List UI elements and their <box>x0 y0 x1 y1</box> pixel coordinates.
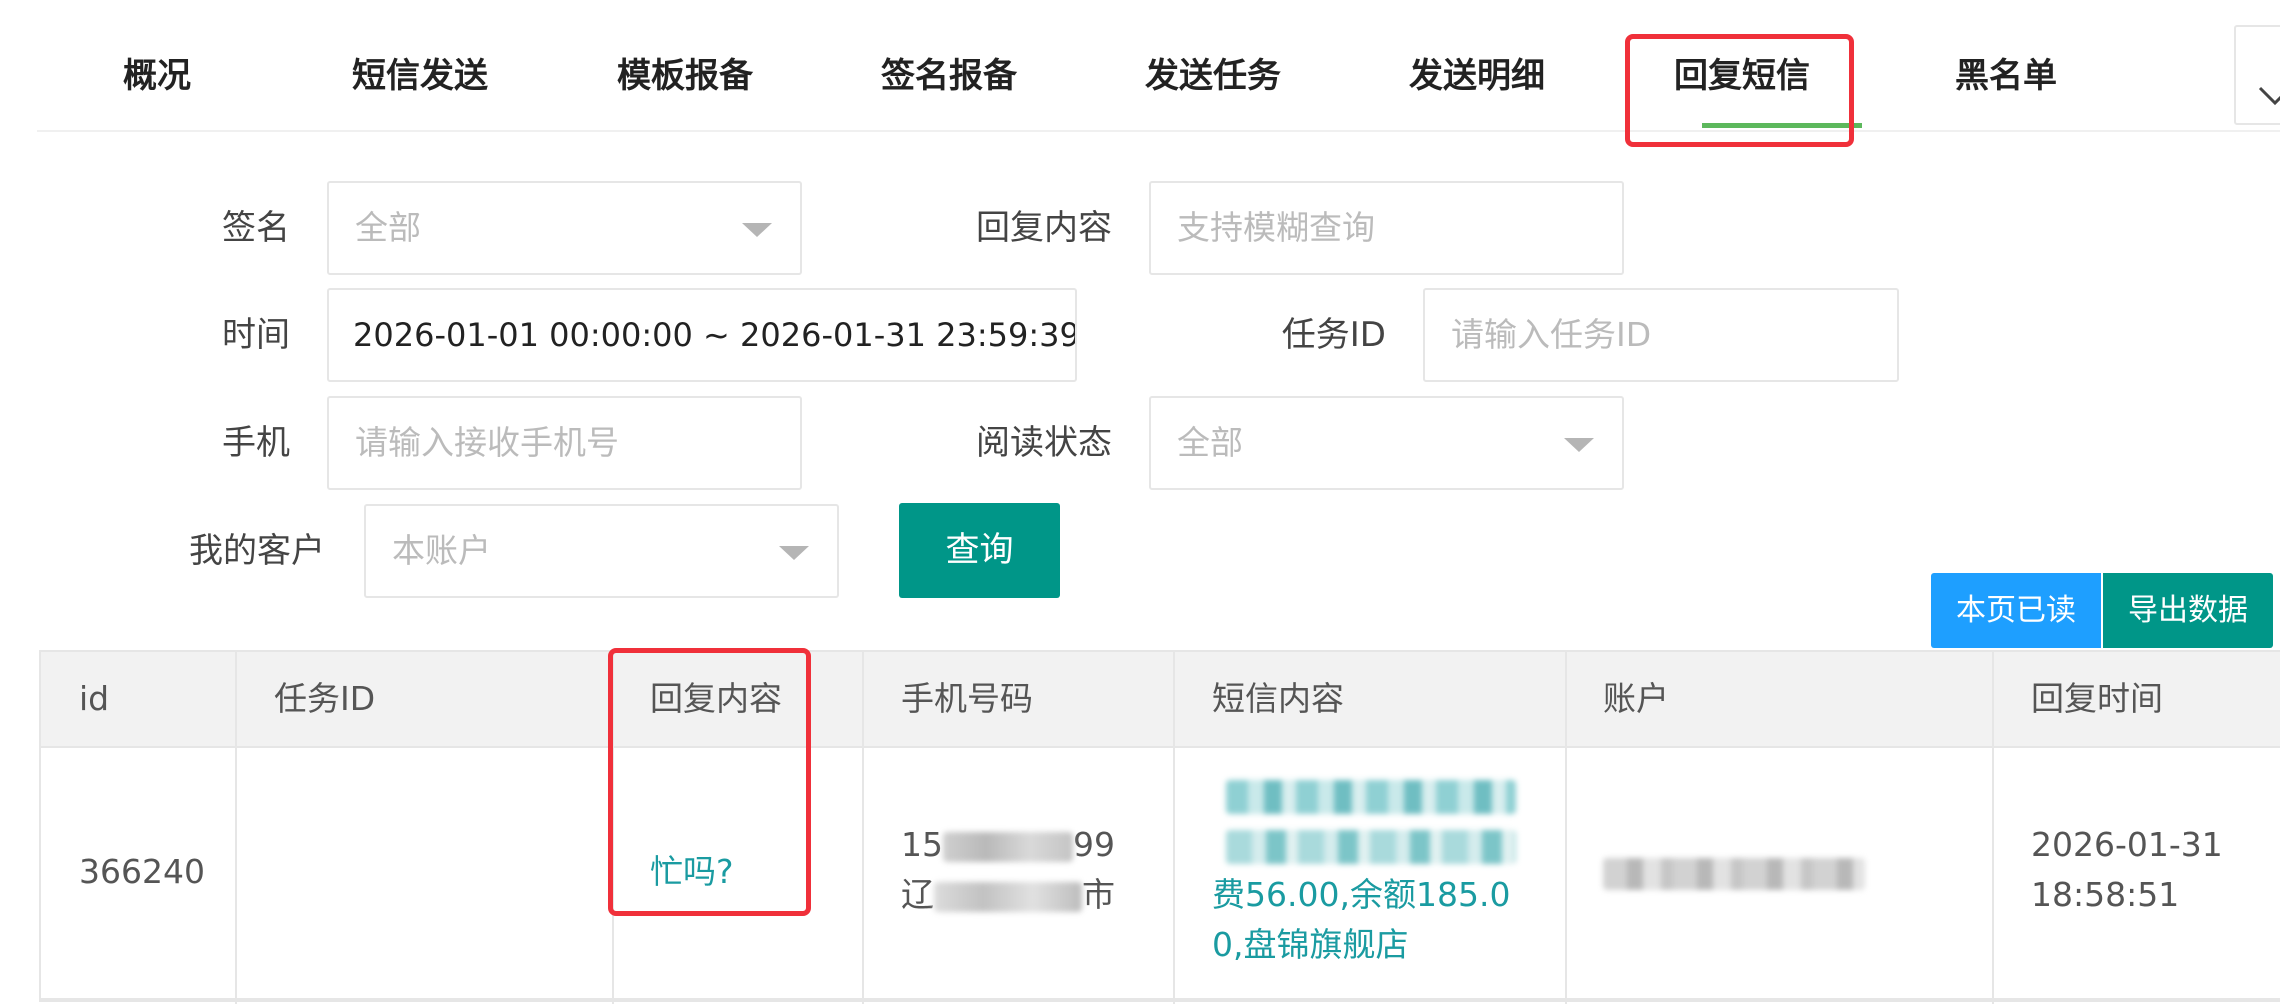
task-id-placeholder: 请输入任务ID <box>1451 315 1652 354</box>
column-divider <box>1565 652 1567 1004</box>
row-sms-content-line[interactable]: 费56.00,余额185.0 <box>1212 870 1510 920</box>
region-suffix: 市 <box>1082 875 1115 914</box>
column-header-phone: 手机号码 <box>901 679 1033 718</box>
region-prefix: 辽 <box>901 875 934 914</box>
row-phone-number: 15 99 <box>901 820 1115 870</box>
active-tab-indicator <box>1702 123 1862 128</box>
phone-placeholder: 请输入接收手机号 <box>355 423 619 462</box>
signature-select-value: 全部 <box>355 208 421 247</box>
signature-label: 签名 <box>222 208 290 248</box>
tab-template-filing[interactable]: 模板报备 <box>617 46 753 106</box>
time-range-value: 2026-01-01 00:00:00 ~ 2026-01-31 23:59:3… <box>353 316 1077 354</box>
read-status-label: 阅读状态 <box>976 423 1112 463</box>
read-status-value: 全部 <box>1177 423 1243 462</box>
tab-blacklist[interactable]: 黑名单 <box>1955 46 2057 106</box>
row-sms-content-line[interactable]: 0,盘锦旗舰店 <box>1212 920 1409 970</box>
reply-table: id 任务ID 回复内容 手机号码 短信内容 账户 回复时间 366240 忙吗… <box>39 650 2280 1004</box>
tab-reply-sms[interactable]: 回复短信 <box>1674 46 1810 106</box>
reply-content-label: 回复内容 <box>976 208 1112 248</box>
task-id-label: 任务ID <box>1281 315 1386 355</box>
column-header-id: id <box>79 679 110 718</box>
signature-select[interactable]: 全部 <box>327 181 802 275</box>
caret-down-icon <box>742 223 772 237</box>
reply-content-input[interactable]: 支持模糊查询 <box>1149 181 1624 275</box>
customer-select-value: 本账户 <box>392 531 491 570</box>
phone-prefix: 15 <box>901 825 943 864</box>
column-divider <box>862 652 864 1004</box>
redacted-sms-line <box>1226 780 1516 814</box>
time-range-input[interactable]: 2026-01-01 00:00:00 ~ 2026-01-31 23:59:3… <box>327 288 1077 382</box>
query-button[interactable]: 查询 <box>899 503 1060 598</box>
phone-suffix: 99 <box>1073 825 1115 864</box>
row-account-redacted <box>1603 847 1865 897</box>
row-sms-content-redacted <box>1212 770 1522 870</box>
redacted-account <box>1603 857 1865 890</box>
redacted-phone-digits <box>943 831 1073 862</box>
tab-send-details[interactable]: 发送明细 <box>1409 46 1545 106</box>
task-id-input[interactable]: 请输入任务ID <box>1423 288 1899 382</box>
reply-content-placeholder: 支持模糊查询 <box>1177 208 1375 247</box>
phone-input[interactable]: 请输入接收手机号 <box>327 396 802 490</box>
caret-down-icon <box>1564 438 1594 452</box>
tab-signature-filing[interactable]: 签名报备 <box>881 46 1017 106</box>
column-header-account: 账户 <box>1603 679 1669 718</box>
row-reply-date: 2026-01-31 <box>2031 825 2223 864</box>
tab-sms-send[interactable]: 短信发送 <box>352 46 488 106</box>
column-divider <box>1992 652 1994 1004</box>
column-header-reply-time: 回复时间 <box>2031 679 2163 718</box>
column-divider <box>1173 652 1175 1004</box>
row-reply-clock: 18:58:51 <box>2031 875 2180 914</box>
mark-page-read-button[interactable]: 本页已读 <box>1931 573 2101 648</box>
table-header <box>41 652 2280 748</box>
time-label: 时间 <box>222 315 290 355</box>
row-reply-content[interactable]: 忙吗? <box>650 847 734 897</box>
column-divider <box>235 652 237 1004</box>
tab-overview[interactable]: 概况 <box>123 46 191 106</box>
caret-down-icon <box>779 546 809 560</box>
export-data-button[interactable]: 导出数据 <box>2103 573 2273 648</box>
phone-label: 手机 <box>222 423 290 463</box>
chevron-down-icon <box>2258 86 2280 106</box>
column-header-task-id: 任务ID <box>274 679 376 718</box>
redacted-sms-line <box>1226 830 1516 864</box>
row-phone-region: 辽市 <box>901 870 1115 920</box>
tabs-more-button[interactable] <box>2234 25 2280 125</box>
tab-bar: 概况 短信发送 模板报备 签名报备 发送任务 发送明细 回复短信 黑名单 <box>37 0 2280 147</box>
row-divider <box>41 998 2280 1002</box>
tab-send-tasks[interactable]: 发送任务 <box>1145 46 1281 106</box>
column-header-reply-content: 回复内容 <box>650 679 782 718</box>
column-divider <box>612 652 614 1004</box>
customer-select[interactable]: 本账户 <box>364 504 839 598</box>
read-status-select[interactable]: 全部 <box>1149 396 1624 490</box>
column-header-sms-content: 短信内容 <box>1212 679 1344 718</box>
customer-label: 我的客户 <box>189 531 325 571</box>
row-id: 366240 <box>79 852 205 891</box>
redacted-region <box>934 881 1082 912</box>
